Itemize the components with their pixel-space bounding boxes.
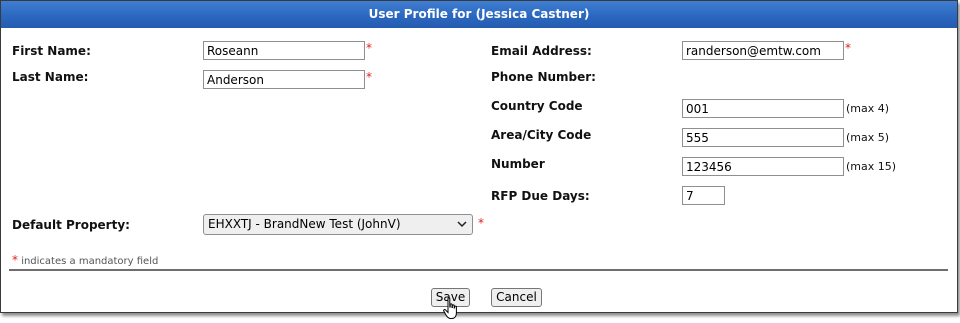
dialog-title: User Profile for (Jessica Castner) <box>1 1 957 28</box>
country-code-field[interactable] <box>682 99 844 118</box>
area-code-field[interactable] <box>682 128 844 147</box>
phone-number-label: Phone Number: <box>491 70 596 84</box>
mandatory-note-text: indicates a mandatory field <box>21 256 159 267</box>
email-field[interactable] <box>682 41 844 60</box>
default-property-selected: EHXXTJ - BrandNew Test (JohnV) <box>208 217 401 231</box>
default-property-select[interactable]: EHXXTJ - BrandNew Test (JohnV) <box>203 214 473 235</box>
mandatory-note-star: * <box>12 253 18 267</box>
number-hint: (max 15) <box>846 160 897 173</box>
last-name-field[interactable] <box>203 70 365 89</box>
last-name-required-mark: * <box>366 70 372 84</box>
rfp-due-days-field[interactable] <box>682 186 725 205</box>
phone-number-field[interactable] <box>682 157 844 176</box>
email-required-mark: * <box>845 41 851 55</box>
default-property-required-mark: * <box>478 216 484 230</box>
hand-pointer-icon <box>443 297 457 319</box>
first-name-required-mark: * <box>366 41 372 55</box>
mandatory-field-note: * indicates a mandatory field <box>12 253 158 267</box>
email-label: Email Address: <box>491 44 592 58</box>
number-label: Number <box>491 157 545 171</box>
country-code-hint: (max 4) <box>846 102 890 115</box>
rfp-due-days-label: RFP Due Days: <box>491 189 590 203</box>
area-code-hint: (max 5) <box>846 131 890 144</box>
user-profile-dialog: User Profile for (Jessica Castner) First… <box>0 0 958 313</box>
default-property-label: Default Property: <box>12 218 130 232</box>
divider <box>9 269 948 271</box>
first-name-field[interactable] <box>203 41 365 60</box>
cancel-button[interactable]: Cancel <box>491 288 542 307</box>
area-code-label: Area/City Code <box>491 128 592 142</box>
first-name-label: First Name: <box>12 44 91 58</box>
last-name-label: Last Name: <box>12 70 89 84</box>
country-code-label: Country Code <box>491 99 583 113</box>
chevron-down-icon <box>457 215 467 241</box>
